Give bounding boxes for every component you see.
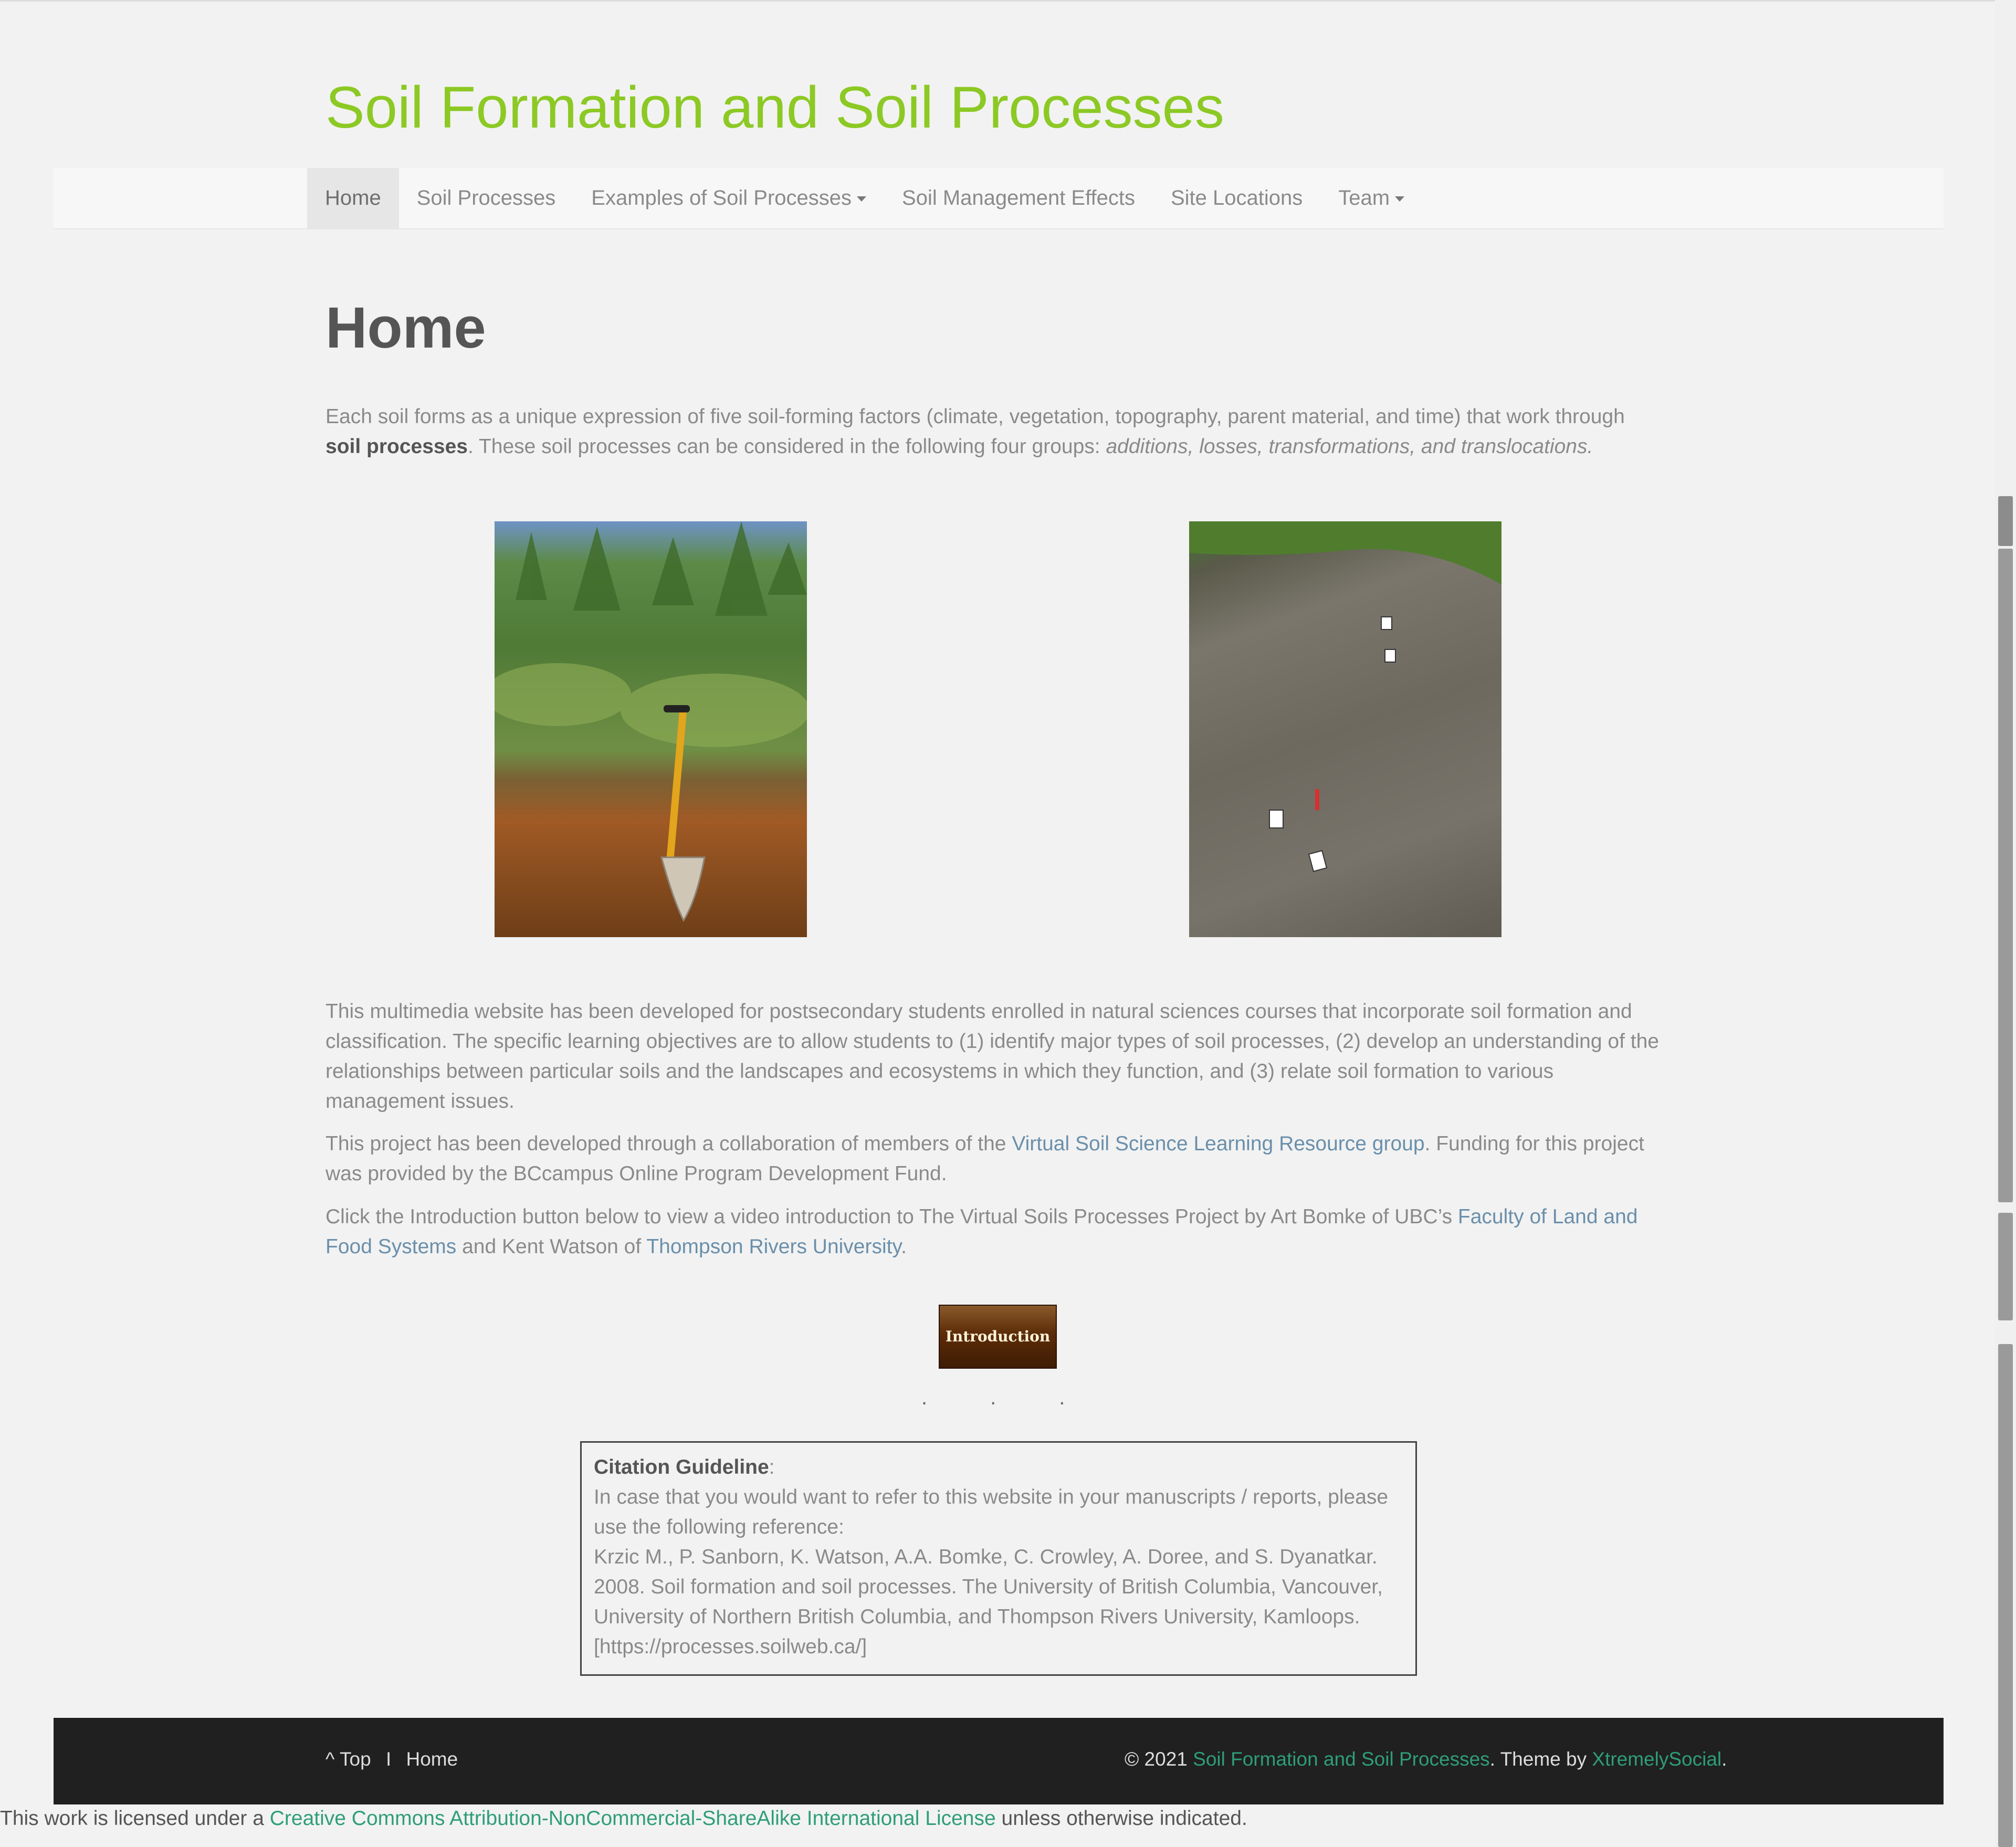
horizon-markers bbox=[1189, 521, 1502, 873]
caret-down-icon bbox=[857, 196, 867, 202]
video-text-3: . bbox=[901, 1235, 907, 1258]
nav-item-label: Soil Management Effects bbox=[902, 186, 1135, 209]
soil-pit-photo bbox=[495, 521, 807, 937]
intro-text: Each soil forms as a unique expression o… bbox=[326, 405, 1625, 428]
footer: ^ Top I Home © 2021 Soil Formation and S… bbox=[54, 1718, 1944, 1804]
collaboration-paragraph: This project has been developed through … bbox=[326, 1129, 1659, 1189]
nav-item-label: Site Locations bbox=[1170, 186, 1303, 209]
nav-item-label: Soil Processes bbox=[416, 186, 556, 209]
collab-text: This project has been developed through … bbox=[326, 1132, 1012, 1155]
footer-top-link[interactable]: Top bbox=[340, 1748, 371, 1770]
theme-text: . Theme by bbox=[1489, 1748, 1592, 1770]
nav-item-team[interactable]: Team bbox=[1320, 168, 1422, 228]
video-text: Click the Introduction button below to v… bbox=[326, 1205, 1458, 1228]
nav-list: Home Soil Processes Examples of Soil Pro… bbox=[307, 168, 1422, 228]
citation-title: Citation Guideline bbox=[594, 1456, 769, 1478]
copyright-text: © 2021 bbox=[1125, 1748, 1193, 1770]
footer-separator: I bbox=[385, 1748, 392, 1770]
nav-item-soil-processes[interactable]: Soil Processes bbox=[399, 168, 574, 228]
scrollbar-thumb[interactable] bbox=[1998, 1344, 2013, 1847]
footer-right: © 2021 Soil Formation and Soil Processes… bbox=[1125, 1748, 1727, 1770]
nav-item-home[interactable]: Home bbox=[307, 168, 399, 228]
nav-item-site-locations[interactable]: Site Locations bbox=[1153, 168, 1320, 228]
intro-bold: soil processes bbox=[326, 435, 468, 458]
intro-italic: additions, losses, transformations, and … bbox=[1106, 435, 1593, 458]
shovel-illustration bbox=[495, 521, 807, 922]
vertical-scrollbar[interactable] bbox=[1995, 0, 2016, 1847]
introduction-button[interactable]: Introduction bbox=[939, 1305, 1057, 1369]
vssl-group-link[interactable]: Virtual Soil Science Learning Resource g… bbox=[1012, 1132, 1424, 1155]
citation-colon: : bbox=[769, 1456, 775, 1478]
page: Soil Formation and Soil Processes Home S… bbox=[0, 0, 2016, 1847]
video-paragraph: Click the Introduction button below to v… bbox=[326, 1202, 1659, 1262]
footer-end: . bbox=[1721, 1748, 1727, 1770]
dot-separators: ... bbox=[921, 1386, 1128, 1410]
description-paragraph: This multimedia website has been develop… bbox=[326, 1000, 1659, 1113]
scrollbar-thumb[interactable] bbox=[1998, 1213, 2013, 1320]
scrollbar-thumb[interactable] bbox=[1998, 496, 2013, 546]
soil-profile-photo bbox=[1189, 521, 1502, 937]
main-navbar: Home Soil Processes Examples of Soil Pro… bbox=[54, 168, 1944, 229]
license-text: This work is licensed under a bbox=[0, 1807, 270, 1830]
citation-title-row: Citation Guideline: bbox=[594, 1452, 1403, 1482]
license-link[interactable]: Creative Commons Attribution-NonCommerci… bbox=[270, 1807, 996, 1830]
citation-reference: Krzic M., P. Sanborn, K. Watson, A.A. Bo… bbox=[594, 1546, 1383, 1658]
footer-site-link[interactable]: Soil Formation and Soil Processes bbox=[1193, 1748, 1490, 1770]
caret-down-icon bbox=[1395, 196, 1405, 202]
intro-text-2: . These soil processes can be considered… bbox=[467, 435, 1106, 458]
nav-item-label: Examples of Soil Processes bbox=[591, 186, 852, 209]
site-title[interactable]: Soil Formation and Soil Processes bbox=[326, 74, 1224, 142]
dot: . bbox=[1059, 1386, 1065, 1409]
video-text-2: and Kent Watson of bbox=[456, 1235, 647, 1258]
top-border bbox=[0, 0, 1995, 2]
nav-item-label: Team bbox=[1338, 186, 1390, 209]
footer-left: ^ Top I Home bbox=[326, 1748, 458, 1770]
nav-item-management[interactable]: Soil Management Effects bbox=[884, 168, 1153, 228]
license-notice: This work is licensed under a Creative C… bbox=[0, 1807, 1247, 1830]
license-text-2: unless otherwise indicated. bbox=[995, 1807, 1247, 1830]
citation-box: Citation Guideline: In case that you wou… bbox=[580, 1441, 1417, 1676]
citation-instruction: In case that you would want to refer to … bbox=[594, 1486, 1389, 1538]
chevron-up-icon[interactable]: ^ bbox=[326, 1748, 334, 1770]
dot: . bbox=[921, 1386, 928, 1409]
page-title: Home bbox=[326, 296, 486, 360]
intro-paragraph: Each soil forms as a unique expression o… bbox=[326, 402, 1648, 461]
footer-home-link[interactable]: Home bbox=[406, 1748, 458, 1770]
tru-link[interactable]: Thompson Rivers University bbox=[646, 1235, 901, 1258]
nav-item-label: Home bbox=[325, 186, 381, 209]
nav-item-examples[interactable]: Examples of Soil Processes bbox=[573, 168, 884, 228]
theme-link[interactable]: XtremelySocial bbox=[1592, 1748, 1721, 1770]
scrollbar-thumb[interactable] bbox=[1998, 549, 2013, 1202]
dot: . bbox=[990, 1386, 996, 1409]
